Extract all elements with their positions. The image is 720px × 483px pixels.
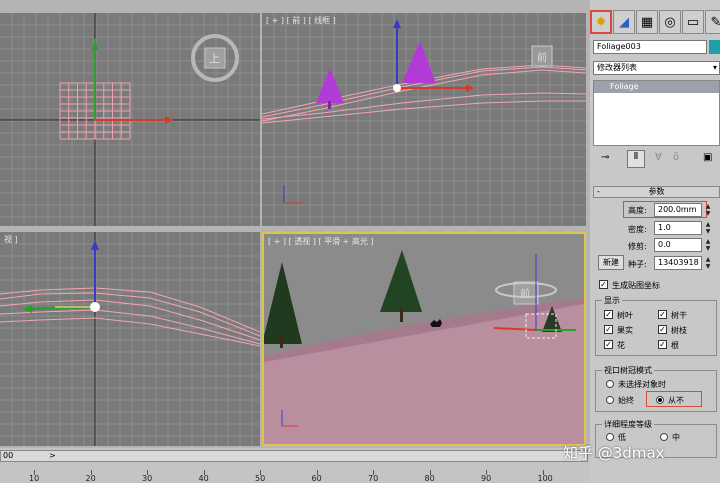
branches-checkbox[interactable]: ✓ bbox=[658, 325, 667, 334]
roots-label: 根 bbox=[671, 341, 679, 350]
height-label: 高度: bbox=[628, 206, 647, 215]
tree-dark-1 bbox=[264, 262, 302, 348]
density-field[interactable]: 1.0 bbox=[654, 221, 702, 235]
remove-modifier-icon[interactable]: ȏ bbox=[673, 152, 679, 163]
seed-spinner[interactable]: ▲ ▼ bbox=[704, 256, 712, 270]
configure-sets-icon[interactable]: ▣ bbox=[703, 152, 712, 163]
trunk-label: 树干 bbox=[671, 311, 687, 320]
pin-stack-icon[interactable]: ⊸ bbox=[601, 152, 609, 163]
show-end-result-icon[interactable]: Ⅱ bbox=[627, 150, 645, 168]
time-slider[interactable]: 00 > bbox=[0, 450, 588, 462]
timeline-tick-label: 10 bbox=[29, 474, 40, 483]
viewport-front[interactable]: [ + ] [ 前 ] [ 线框 ] 前 bbox=[262, 13, 586, 226]
display-group bbox=[595, 300, 717, 356]
timeline-tick-label: 80 bbox=[424, 474, 435, 483]
seed-field[interactable]: 13403918 bbox=[654, 256, 702, 270]
prune-label: 修剪: bbox=[628, 242, 647, 251]
modify-tab[interactable]: ◢ bbox=[613, 10, 635, 34]
tree-dark-2 bbox=[380, 250, 422, 322]
viewport-front-label[interactable]: [ + ] [ 前 ] [ 线框 ] bbox=[266, 15, 336, 26]
timeline-tick-label: 50 bbox=[255, 474, 266, 483]
height-spinner[interactable]: ▲ ▼ bbox=[704, 203, 712, 217]
utilities-tab[interactable]: ✎ bbox=[705, 10, 720, 34]
timeline-tick-label: 40 bbox=[198, 474, 209, 483]
trunk-checkbox[interactable]: ✓ bbox=[658, 310, 667, 319]
modifier-list-label: 修改器列表 bbox=[597, 63, 637, 72]
leaves-label: 树叶 bbox=[617, 311, 633, 320]
viewport-perspective[interactable]: [ + ] [ 透视 ] [ 平滑 + 高光 ] 前 bbox=[262, 232, 586, 446]
viewport-left[interactable]: 视 ] bbox=[0, 232, 260, 446]
timeline-tick-label: 30 bbox=[142, 474, 153, 483]
detail-medium-radio[interactable] bbox=[660, 433, 668, 441]
gen-mapping-label: 生成贴图坐标 bbox=[612, 281, 660, 290]
nav-cube-top[interactable]: 上 bbox=[209, 50, 220, 66]
stack-item-foliage[interactable]: Foliage bbox=[594, 81, 719, 93]
canopy-always-radio[interactable] bbox=[606, 396, 614, 404]
stack-toolbar: ⊸ Ⅱ ∀ ȏ ▣ bbox=[593, 150, 720, 168]
frame-display: 00 bbox=[3, 451, 14, 460]
density-label: 密度: bbox=[628, 225, 647, 234]
tree-magenta-2 bbox=[402, 41, 436, 83]
timeline-tick-label: 90 bbox=[481, 474, 492, 483]
new-seed-button[interactable]: 新建 bbox=[598, 255, 624, 270]
modifier-stack[interactable]: Foliage bbox=[593, 80, 720, 146]
height-field[interactable]: 200.0mm bbox=[654, 203, 702, 217]
parameters-rollout-header[interactable]: - 参数 bbox=[593, 186, 720, 198]
timeline[interactable]: 00 > 10 20 30 40 50 60 70 80 90 100 bbox=[0, 448, 590, 483]
detail-low-radio[interactable] bbox=[606, 433, 614, 441]
command-panel: ✸ ◢ ▦ ◎ ▭ ✎ Foliage003 修改器列表 ▾ Foliage ⊸… bbox=[590, 0, 720, 483]
leaves-checkbox[interactable]: ✓ bbox=[604, 310, 613, 319]
canopy-group-title: 视口树冠模式 bbox=[602, 365, 654, 376]
prune-field[interactable]: 0.0 bbox=[654, 238, 702, 252]
create-tab[interactable]: ✸ bbox=[590, 10, 612, 34]
next-frame-arrow[interactable]: > bbox=[49, 451, 56, 460]
canopy-when-not-selected-label: 未选择对象时 bbox=[618, 380, 666, 389]
object-name-field[interactable]: Foliage003 bbox=[593, 40, 707, 54]
branches-label: 树枝 bbox=[671, 326, 687, 335]
object-color-swatch[interactable] bbox=[709, 40, 720, 54]
timeline-tick-label: 60 bbox=[311, 474, 322, 483]
viewport-perspective-label[interactable]: [ + ] [ 透视 ] [ 平滑 + 高光 ] bbox=[268, 236, 374, 247]
display-tab[interactable]: ▭ bbox=[682, 10, 704, 34]
nav-cube-perspective[interactable]: 前 bbox=[520, 285, 530, 300]
fruit-label: 果实 bbox=[617, 326, 633, 335]
axis-label-y: y bbox=[92, 35, 97, 44]
viewport-left-label[interactable]: 视 ] bbox=[4, 234, 18, 245]
axis-label-x: x bbox=[170, 109, 175, 118]
prune-spinner[interactable]: ▲ ▼ bbox=[704, 238, 712, 252]
density-spinner[interactable]: ▲ ▼ bbox=[704, 221, 712, 235]
gen-mapping-checkbox[interactable]: ✓ bbox=[599, 280, 608, 289]
canopy-always-label: 始终 bbox=[618, 396, 634, 405]
perspective-scene bbox=[264, 250, 584, 444]
viewport-top-grid bbox=[0, 13, 260, 226]
make-unique-icon[interactable]: ∀ bbox=[655, 152, 662, 163]
viewport-front-grid bbox=[262, 13, 586, 226]
viewport-top[interactable]: x y 上 bbox=[0, 13, 260, 226]
seed-label: 种子: bbox=[628, 260, 647, 269]
motion-tab[interactable]: ◎ bbox=[659, 10, 681, 34]
nav-cube-front[interactable]: 前 bbox=[537, 49, 547, 64]
roots-checkbox[interactable]: ✓ bbox=[658, 340, 667, 349]
canopy-never-label: 从不 bbox=[668, 396, 684, 405]
flowers-checkbox[interactable]: ✓ bbox=[604, 340, 613, 349]
timeline-tick-label: 70 bbox=[368, 474, 379, 483]
display-group-title: 显示 bbox=[602, 295, 622, 306]
modifier-list-dropdown[interactable]: 修改器列表 ▾ bbox=[593, 61, 720, 75]
detail-group-title: 详细程度等级 bbox=[602, 419, 654, 430]
fruit-checkbox[interactable]: ✓ bbox=[604, 325, 613, 334]
detail-medium-label: 中 bbox=[672, 433, 680, 442]
timeline-tick-label: 20 bbox=[85, 474, 96, 483]
chevron-down-icon: ▾ bbox=[712, 63, 717, 72]
watermark: 知乎 @3dmax bbox=[563, 444, 665, 462]
hierarchy-tab[interactable]: ▦ bbox=[636, 10, 658, 34]
canopy-never-radio[interactable] bbox=[656, 396, 664, 404]
canopy-when-not-selected-radio[interactable] bbox=[606, 380, 614, 388]
flowers-label: 花 bbox=[617, 341, 625, 350]
timeline-tick-label: 100 bbox=[537, 474, 553, 483]
viewport-left-grid bbox=[0, 232, 260, 446]
